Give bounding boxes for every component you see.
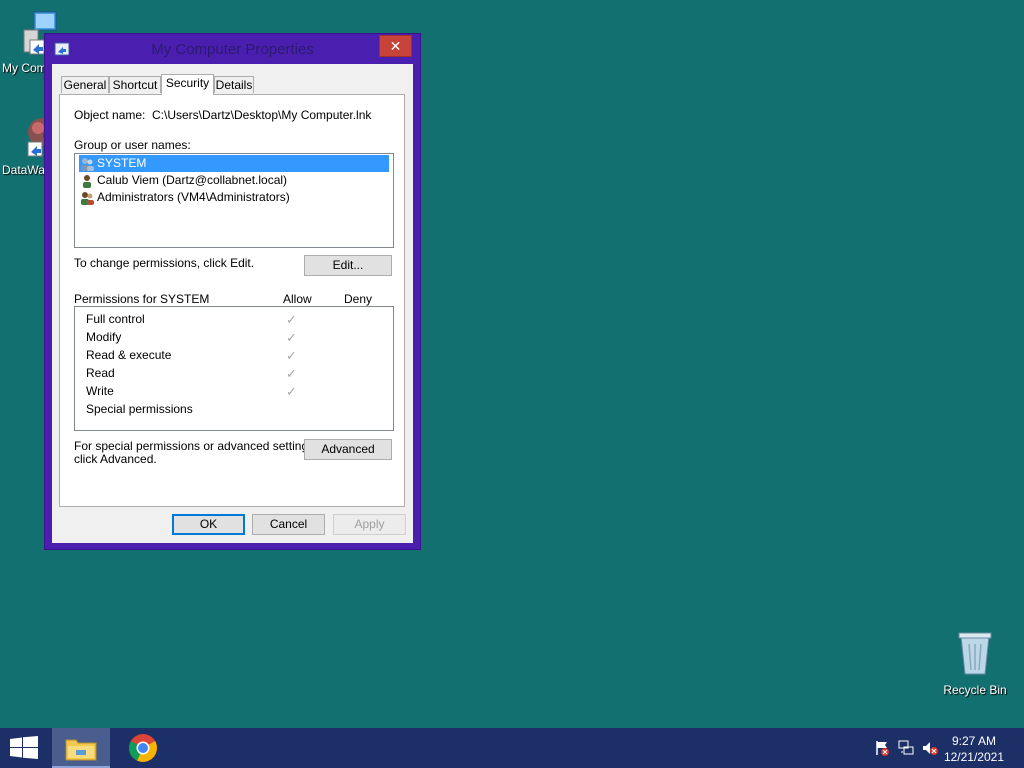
user-name: Calub Viem (Dartz@collabnet.local) bbox=[97, 173, 288, 187]
allow-checkmark-icon: ✓ bbox=[286, 348, 297, 363]
advanced-button[interactable]: Advanced bbox=[304, 439, 392, 460]
permissions-list: Full control Modify Read & execute Read … bbox=[74, 306, 394, 431]
permission-write: Write bbox=[86, 384, 114, 398]
change-permissions-text: To change permissions, click Edit. bbox=[74, 256, 255, 270]
advanced-text-line1: For special permissions or advanced sett… bbox=[74, 439, 318, 453]
permission-read-execute: Read & execute bbox=[86, 348, 172, 362]
dialog-client-area: General Shortcut Security Details Object… bbox=[52, 64, 413, 543]
edit-button[interactable]: Edit... bbox=[304, 255, 392, 276]
desktop-icon-recycle-bin[interactable]: Recycle Bin bbox=[935, 630, 1015, 697]
properties-window: My Computer Properties ✕ General Shortcu… bbox=[44, 33, 421, 550]
allow-checkmark-icon: ✓ bbox=[286, 330, 297, 345]
network-icon[interactable] bbox=[898, 740, 914, 756]
apply-button[interactable]: Apply bbox=[333, 514, 406, 535]
allow-checkmark-icon: ✓ bbox=[286, 312, 297, 327]
tab-shortcut[interactable]: Shortcut bbox=[109, 76, 161, 93]
tab-details[interactable]: Details bbox=[214, 76, 254, 93]
user-name: SYSTEM bbox=[97, 156, 147, 170]
window-title: My Computer Properties bbox=[151, 41, 314, 58]
user-group-icon bbox=[81, 191, 94, 205]
clock-date: 12/21/2021 bbox=[943, 750, 1004, 764]
object-name-value: C:\Users\Dartz\Desktop\My Computer.lnk bbox=[152, 108, 372, 122]
taskbar-file-explorer[interactable] bbox=[52, 728, 110, 768]
advanced-text-line2: click Advanced. bbox=[74, 452, 157, 466]
user-row-administrators[interactable]: Administrators (VM4\Administrators) bbox=[79, 189, 290, 206]
close-button[interactable]: ✕ bbox=[379, 35, 412, 57]
taskbar-chrome[interactable] bbox=[114, 728, 172, 768]
recycle-bin-icon bbox=[958, 632, 992, 675]
action-center-flag-icon[interactable] bbox=[874, 740, 890, 756]
object-name-label: Object name: bbox=[74, 108, 146, 122]
taskbar-clock[interactable]: 9:27 AM 12/21/2021 bbox=[944, 733, 1004, 765]
permission-full-control: Full control bbox=[86, 312, 145, 326]
permission-special: Special permissions bbox=[86, 402, 193, 416]
volume-muted-icon[interactable] bbox=[922, 740, 938, 756]
cancel-button[interactable]: Cancel bbox=[252, 514, 325, 535]
user-icon bbox=[83, 174, 91, 188]
clock-time: 9:27 AM bbox=[951, 734, 996, 748]
user-row-calub-viem[interactable]: Calub Viem (Dartz@collabnet.local) bbox=[79, 172, 287, 189]
ok-button[interactable]: OK bbox=[172, 514, 245, 535]
user-list[interactable]: SYSTEM Calub Viem (Dartz@collabnet.local… bbox=[74, 153, 394, 248]
desktop-icon-label: Recycle Bin bbox=[943, 683, 1007, 697]
deny-column-header: Deny bbox=[344, 292, 373, 306]
close-icon: ✕ bbox=[389, 38, 402, 54]
allow-checkmark-icon: ✓ bbox=[286, 366, 297, 381]
security-tab-panel: Object name: C:\Users\Dartz\Desktop\My C… bbox=[59, 94, 405, 507]
permission-read: Read bbox=[86, 366, 115, 380]
user-group-icon bbox=[81, 157, 94, 171]
permissions-for-label: Permissions for SYSTEM bbox=[74, 292, 210, 306]
user-name: Administrators (VM4\Administrators) bbox=[97, 190, 290, 204]
start-button[interactable] bbox=[10, 736, 38, 760]
allow-checkmark-icon: ✓ bbox=[286, 384, 297, 399]
title-bar[interactable]: My Computer Properties ✕ bbox=[45, 34, 420, 64]
user-row-system[interactable]: SYSTEM bbox=[79, 155, 389, 172]
taskbar: 9:27 AM 12/21/2021 bbox=[0, 728, 1024, 768]
allow-column-header: Allow bbox=[283, 292, 312, 306]
file-explorer-icon bbox=[65, 739, 97, 761]
permission-modify: Modify bbox=[86, 330, 122, 344]
group-names-label: Group or user names: bbox=[74, 138, 191, 152]
chrome-icon bbox=[129, 734, 157, 762]
tab-general[interactable]: General bbox=[61, 76, 109, 93]
tab-security[interactable]: Security bbox=[161, 74, 214, 95]
